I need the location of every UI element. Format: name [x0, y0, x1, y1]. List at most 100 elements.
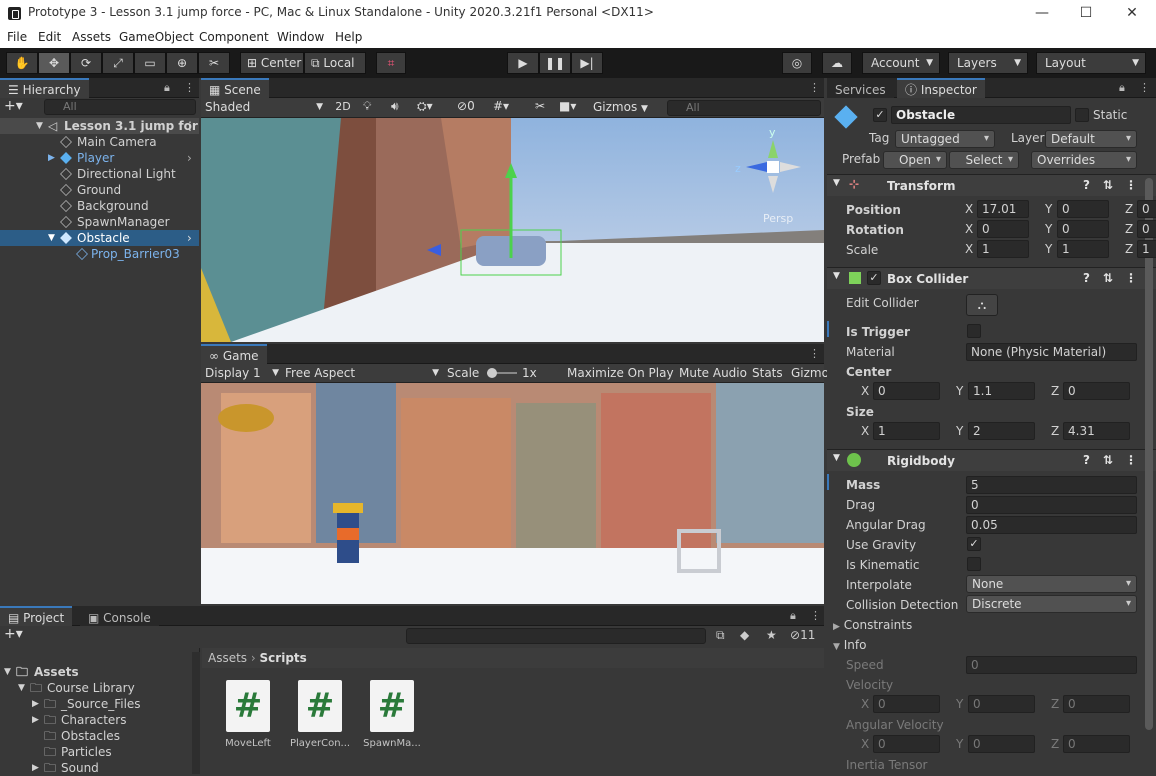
prefab-open-button[interactable]: Open [883, 151, 947, 169]
tab-hierarchy[interactable]: ☰ Hierarchy [0, 78, 89, 98]
account-dropdown[interactable]: Account ▼ [862, 52, 940, 74]
custom-tool-icon[interactable]: ✂ [198, 52, 230, 74]
drag-field[interactable]: 0 [966, 496, 1137, 514]
favorite-icon[interactable]: ★ [766, 628, 777, 642]
tree-characters[interactable]: ▶ 🗀 Characters [0, 712, 199, 728]
hidden-packages-icon[interactable]: ⊘11 [790, 628, 815, 642]
kebab-menu-icon[interactable]: ⋮ [1139, 81, 1150, 94]
kebab-menu-icon[interactable]: ⋮ [184, 81, 195, 94]
info-foldout[interactable]: ▼ Info [833, 638, 866, 652]
help-icon[interactable]: ? [1083, 178, 1090, 192]
maximize-button[interactable]: ☐ [1066, 3, 1106, 23]
rotation-y-field[interactable]: 0 [1057, 220, 1109, 238]
constraints-foldout[interactable]: ▶ Constraints [833, 618, 912, 632]
scene-viewport[interactable]: y z Persp [201, 118, 824, 342]
mute-audio-toggle[interactable]: Mute Audio [679, 366, 747, 380]
rotation-x-field[interactable]: 0 [977, 220, 1029, 238]
tab-services[interactable]: Services [827, 78, 894, 98]
collider-center-y-field[interactable]: 1.1 [968, 382, 1035, 400]
gizmos-toggle[interactable]: Gizmo [791, 366, 829, 380]
hierarchy-item-obstacle[interactable]: ▼ Obstacle › [0, 230, 199, 246]
tools-icon[interactable]: ✂ [535, 99, 545, 113]
box-collider-enabled-checkbox[interactable]: ✓ [867, 271, 881, 285]
audio-icon[interactable]: 🔊︎ [391, 99, 399, 114]
breadcrumb-assets[interactable]: Assets [208, 651, 247, 665]
minimize-button[interactable]: — [1022, 3, 1062, 23]
stats-toggle[interactable]: Stats [752, 366, 783, 380]
tree-scrollbar[interactable] [192, 652, 200, 774]
menu-gameobject[interactable]: GameObject [119, 30, 194, 44]
prefab-overrides-dropdown[interactable]: Overrides [1031, 151, 1137, 169]
layer-dropdown[interactable]: Default [1045, 130, 1137, 148]
maximize-on-play-toggle[interactable]: Maximize On Play [567, 366, 674, 380]
help-icon[interactable]: ? [1083, 271, 1090, 285]
chevron-right-icon[interactable]: › [187, 230, 192, 246]
asset-playercontroller[interactable]: # PlayerCon... [290, 680, 350, 749]
lighting-icon[interactable]: 💡︎ [363, 99, 371, 114]
hierarchy-item-player[interactable]: ▶ Player › [0, 150, 199, 166]
add-icon[interactable]: +▾ [4, 626, 23, 642]
shading-dropdown[interactable]: Shaded ▼ [205, 100, 323, 114]
transform-header[interactable]: ▼ ⊹ Transform ? ⇅ ⋮ [827, 174, 1156, 196]
hierarchy-item-ground[interactable]: Ground [0, 182, 199, 198]
active-checkbox[interactable]: ✓ [873, 108, 887, 122]
game-viewport[interactable] [201, 383, 824, 604]
hierarchy-item-prop-barrier03[interactable]: Prop_Barrier03 [0, 246, 199, 262]
scale-y-field[interactable]: 1 [1057, 240, 1109, 258]
component-menu-icon[interactable]: ⋮ [1125, 178, 1137, 192]
grid-icon[interactable]: #▾ [493, 99, 509, 113]
visibility-icon[interactable]: ⊘0 [457, 99, 475, 113]
inspector-scrollbar[interactable] [1145, 178, 1153, 730]
filter-type-icon[interactable]: ⧉ [716, 628, 725, 643]
cloud-icon[interactable]: ☁ [822, 52, 852, 74]
mass-field[interactable]: 5 [966, 476, 1137, 494]
persp-label[interactable]: Persp [763, 212, 793, 225]
preset-icon[interactable]: ⇅ [1103, 271, 1113, 285]
tab-project[interactable]: ▤ Project [0, 606, 73, 626]
scale-tool-icon[interactable]: ⤢ [102, 52, 134, 74]
component-menu-icon[interactable]: ⋮ [1125, 271, 1137, 285]
tag-dropdown[interactable]: Untagged [895, 130, 995, 148]
position-y-field[interactable]: 0 [1057, 200, 1109, 218]
menu-file[interactable]: File [7, 30, 27, 44]
mode-2d-toggle[interactable]: 2D [331, 100, 355, 113]
hierarchy-item-spawnmanager[interactable]: SpawnManager [0, 214, 199, 230]
lock-icon[interactable]: 🔒︎ [790, 609, 796, 623]
asset-spawnmanager[interactable]: # SpawnMa... [362, 680, 422, 749]
breadcrumb-scripts[interactable]: Scripts [260, 651, 307, 665]
collision-detection-dropdown[interactable]: Discrete [966, 595, 1137, 613]
expand-arrow-icon[interactable]: ▼ [36, 118, 43, 134]
collider-size-x-field[interactable]: 1 [873, 422, 940, 440]
scale-z-field[interactable]: 1 [1137, 240, 1156, 258]
filter-label-icon[interactable]: ◆ [740, 628, 749, 642]
angular-drag-field[interactable]: 0.05 [966, 516, 1137, 534]
tree-course-library[interactable]: ▼ 🗀 Course Library [0, 680, 199, 696]
rotate-tool-icon[interactable]: ⟳ [70, 52, 102, 74]
collab-icon[interactable]: ◎ [782, 52, 812, 74]
hierarchy-search-input[interactable]: All [44, 99, 196, 115]
tree-obstacles[interactable]: 🗀 Obstacles [0, 728, 199, 744]
use-gravity-checkbox[interactable]: ✓ [967, 537, 981, 551]
camera-icon[interactable]: ■▾ [559, 99, 576, 113]
preset-icon[interactable]: ⇅ [1103, 178, 1113, 192]
expand-arrow-icon[interactable]: ▼ [833, 271, 840, 281]
collider-size-y-field[interactable]: 2 [968, 422, 1035, 440]
project-search-input[interactable] [406, 628, 706, 644]
expand-arrow-icon[interactable]: ▼ [833, 178, 840, 188]
menu-help[interactable]: Help [335, 30, 362, 44]
scale-x-field[interactable]: 1 [977, 240, 1029, 258]
asset-moveleft[interactable]: # MoveLeft [222, 680, 274, 749]
rect-tool-icon[interactable]: ▭ [134, 52, 166, 74]
box-collider-header[interactable]: ▼ ✓ Box Collider ? ⇅ ⋮ [827, 267, 1156, 289]
tree-particles[interactable]: 🗀 Particles [0, 744, 199, 760]
is-trigger-checkbox[interactable] [967, 324, 981, 338]
pivot-local-button[interactable]: ⧉ Local [304, 52, 366, 74]
static-checkbox[interactable] [1075, 108, 1089, 122]
expand-arrow-icon[interactable]: ▼ [833, 453, 840, 463]
transform-tool-icon[interactable]: ⊕ [166, 52, 198, 74]
tab-scene[interactable]: ▦ Scene [201, 78, 269, 98]
lock-icon[interactable]: 🔒︎ [164, 81, 170, 95]
rotation-z-field[interactable]: 0 [1137, 220, 1156, 238]
menu-assets[interactable]: Assets [72, 30, 111, 44]
help-icon[interactable]: ? [1083, 453, 1090, 467]
